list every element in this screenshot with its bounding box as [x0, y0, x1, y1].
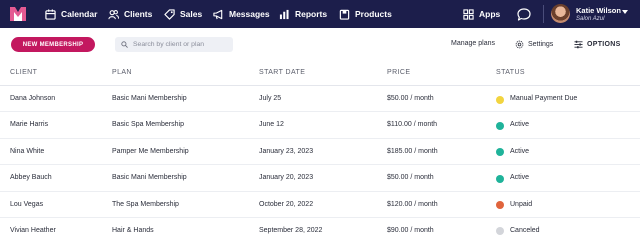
start-date: January 23, 2023: [259, 147, 314, 155]
plan-name: Hair & Hands: [112, 226, 154, 234]
header-price[interactable]: PRICE: [387, 69, 410, 76]
nav-apps[interactable]: Apps: [463, 0, 500, 28]
plan-name: Basic Spa Membership: [112, 121, 184, 129]
nav-reports[interactable]: Reports: [279, 0, 327, 28]
status-dot: [496, 148, 504, 157]
options-button[interactable]: OPTIONS: [574, 38, 621, 50]
nav-divider: [543, 5, 544, 23]
plan-name: Basic Mani Membership: [112, 95, 187, 102]
client-name[interactable]: Abbey Bauch: [10, 174, 52, 181]
table-row[interactable]: Vivian Heather Hair & Hands September 28…: [0, 218, 640, 244]
calendar-icon: [45, 8, 56, 20]
header-status[interactable]: STATUS: [496, 69, 525, 76]
settings-label: Settings: [528, 40, 554, 48]
price: $50.00 / month: [387, 174, 434, 182]
options-label: OPTIONS: [587, 40, 621, 48]
user-business: Salon Azul: [576, 16, 605, 22]
start-date: January 20, 2023: [259, 174, 314, 182]
status-dot: [496, 174, 504, 183]
table-header: CLIENT PLAN START DATE PRICE STATUS: [0, 62, 640, 86]
search-icon: [121, 41, 128, 48]
users-icon: [108, 9, 119, 19]
start-date: October 20, 2022: [259, 200, 314, 208]
memberships-table: CLIENT PLAN START DATE PRICE STATUS Dana…: [0, 62, 640, 244]
table-row[interactable]: Nina White Pamper Me Membership January …: [0, 139, 640, 166]
header-start-date[interactable]: START DATE: [259, 69, 305, 76]
client-name[interactable]: Marie Harris: [10, 121, 48, 128]
status-dot: [496, 201, 504, 210]
megaphone-icon: [213, 9, 223, 19]
table-row[interactable]: Abbey Bauch Basic Mani Membership Januar…: [0, 165, 640, 192]
nav-clients-label: Clients: [124, 9, 153, 19]
start-date: September 28, 2022: [259, 226, 323, 234]
plan-name: Pamper Me Membership: [112, 147, 189, 155]
gear-icon: [515, 40, 524, 48]
settings-button[interactable]: Settings: [515, 38, 553, 50]
bar-chart-icon: [279, 9, 289, 19]
status-text: Active: [510, 174, 530, 182]
start-date: June 12: [259, 121, 284, 129]
table-row[interactable]: Marie Harris Basic Spa Membership June 1…: [0, 112, 640, 139]
nav-apps-label: Apps: [479, 9, 501, 19]
sliders-icon: [574, 40, 583, 48]
search-input[interactable]: [133, 41, 233, 48]
chevron-down-icon[interactable]: [622, 10, 628, 14]
user-name[interactable]: Katie Wilson: [576, 6, 621, 15]
status-text: Active: [510, 121, 530, 129]
nav-sales-label: Sales: [180, 9, 203, 19]
tag-icon: [164, 8, 175, 20]
plan-name: The Spa Membership: [112, 200, 179, 208]
table-row[interactable]: Dana Johnson Basic Mani Membership July …: [0, 86, 640, 113]
box-icon: [339, 9, 350, 20]
status-dot: [496, 121, 504, 130]
header-plan[interactable]: PLAN: [112, 69, 132, 76]
client-name[interactable]: Vivian Heather: [10, 227, 56, 234]
status-text: Manual Payment Due: [510, 95, 578, 102]
price: $110.00 / month: [387, 121, 438, 129]
price: $90.00 / month: [387, 226, 434, 234]
nav-products[interactable]: Products: [339, 0, 392, 28]
status-text: Canceled: [510, 226, 540, 234]
new-membership-button[interactable]: NEW MEMBERSHIP: [11, 37, 95, 52]
status-text: Active: [510, 147, 530, 155]
grid-icon: [463, 8, 474, 20]
nav-reports-label: Reports: [295, 9, 328, 19]
chat-icon[interactable]: [517, 8, 531, 21]
avatar[interactable]: [551, 4, 570, 23]
price: $185.00 / month: [387, 147, 438, 155]
status-dot: [496, 227, 504, 236]
search-box[interactable]: [115, 37, 233, 52]
nav-calendar[interactable]: Calendar: [45, 0, 97, 28]
nav-products-label: Products: [355, 9, 392, 19]
nav-sales[interactable]: Sales: [164, 0, 202, 28]
nav-calendar-label: Calendar: [61, 9, 98, 19]
nav-messages[interactable]: Messages: [213, 0, 270, 28]
app-logo-icon[interactable]: [9, 6, 27, 22]
status-text: Unpaid: [510, 200, 533, 208]
nav-clients[interactable]: Clients: [108, 0, 152, 28]
start-date: July 25: [259, 95, 282, 102]
top-nav-bar: Calendar Clients Sales Messages Reports …: [0, 0, 640, 28]
table-row[interactable]: Lou Vegas The Spa Membership October 20,…: [0, 192, 640, 218]
client-name[interactable]: Dana Johnson: [10, 95, 55, 102]
manage-plans-link[interactable]: Manage plans: [451, 40, 495, 47]
client-name[interactable]: Lou Vegas: [10, 201, 43, 208]
nav-messages-label: Messages: [229, 9, 270, 19]
price: $50.00 / month: [387, 95, 434, 102]
header-client[interactable]: CLIENT: [10, 69, 37, 76]
status-dot: [496, 95, 504, 104]
client-name[interactable]: Nina White: [10, 148, 44, 155]
plan-name: Basic Mani Membership: [112, 174, 187, 182]
price: $120.00 / month: [387, 200, 438, 208]
